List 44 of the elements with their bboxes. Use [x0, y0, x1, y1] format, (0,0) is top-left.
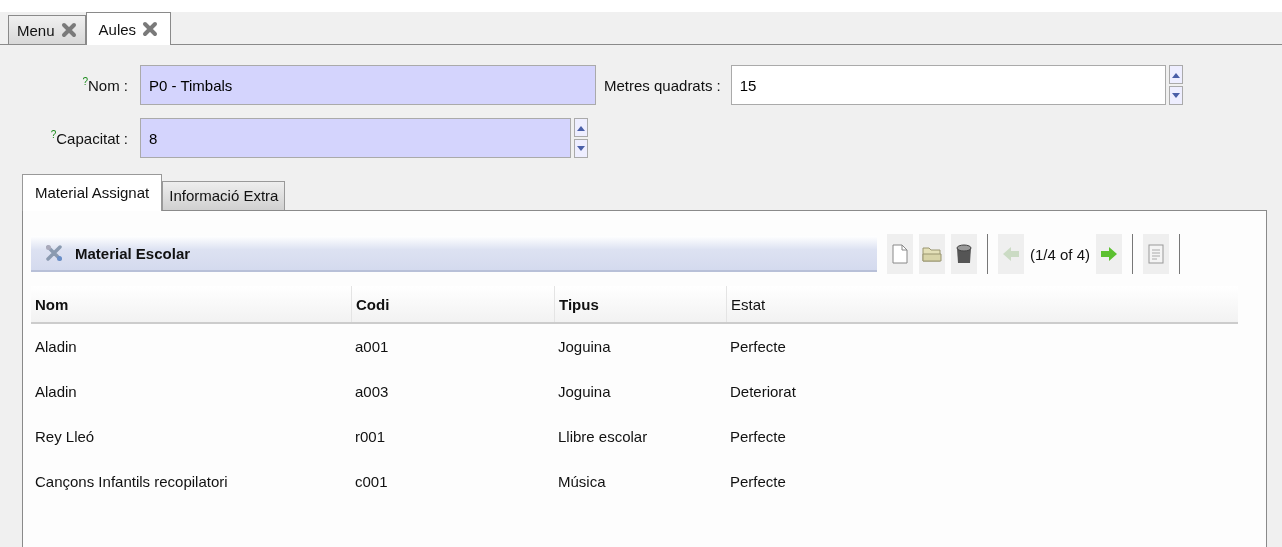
document-icon — [892, 244, 908, 264]
table-cell-text: c001 — [354, 473, 389, 490]
report-icon — [1148, 244, 1165, 264]
table-cell-text: Joguina — [557, 338, 612, 355]
forward-arrow-icon — [1100, 246, 1119, 262]
column-header[interactable]: Nom — [31, 286, 351, 322]
table-cell-text: Llibre escolar — [557, 428, 649, 445]
input-field[interactable]: 15 — [730, 65, 1166, 105]
page-indicator: (1/4 of 4) — [1030, 245, 1091, 263]
trash-icon — [955, 244, 973, 264]
section-title: Material Escolar — [75, 244, 191, 262]
back-arrow-icon — [1002, 246, 1020, 262]
tab[interactable]: Menu — [8, 15, 86, 44]
field-label: $^{?}$Capacitat : — [49, 129, 129, 147]
table-cell-text: Música — [557, 473, 607, 490]
table-cell-text: Aladin — [34, 383, 78, 400]
toolbar-button[interactable] — [951, 234, 977, 274]
table-cell-text: r001 — [354, 428, 387, 445]
close-icon[interactable] — [60, 22, 77, 38]
close-icon[interactable] — [142, 21, 159, 37]
column-header[interactable]: Tipus — [554, 286, 726, 322]
input-field[interactable]: 8 — [140, 118, 571, 158]
table-cell-text: Aladin — [34, 338, 78, 355]
table-cell-text: a003 — [354, 383, 390, 400]
folder-icon — [922, 246, 942, 262]
tab[interactable]: Material Assignat — [22, 174, 163, 211]
table-cell-text: a001 — [354, 338, 390, 355]
column-header[interactable]: Codi — [351, 286, 554, 322]
tab[interactable]: Informació Extra — [162, 181, 286, 210]
field-label: Metres quadrats : — [603, 76, 722, 94]
table-cell-text: Perfecte — [729, 428, 787, 445]
tab[interactable]: Aules — [85, 12, 172, 45]
table-cell-text: Joguina — [557, 383, 612, 400]
table-cell-text: Deteriorat — [729, 383, 797, 400]
input-field[interactable]: P0 - Timbals — [140, 65, 596, 105]
column-header[interactable]: Estat — [726, 286, 1238, 322]
table-cell-text: Cançons Infantils recopilatori — [34, 473, 229, 490]
spinner[interactable] — [1168, 65, 1183, 105]
tools-icon — [45, 244, 63, 262]
field-label: $^{?}$Nom : — [81, 76, 129, 94]
table-cell-text: Rey Lleó — [34, 428, 96, 445]
table-cell-text: Perfecte — [729, 338, 787, 355]
table-cell-text: Perfecte — [729, 473, 787, 490]
spinner[interactable] — [574, 118, 588, 158]
